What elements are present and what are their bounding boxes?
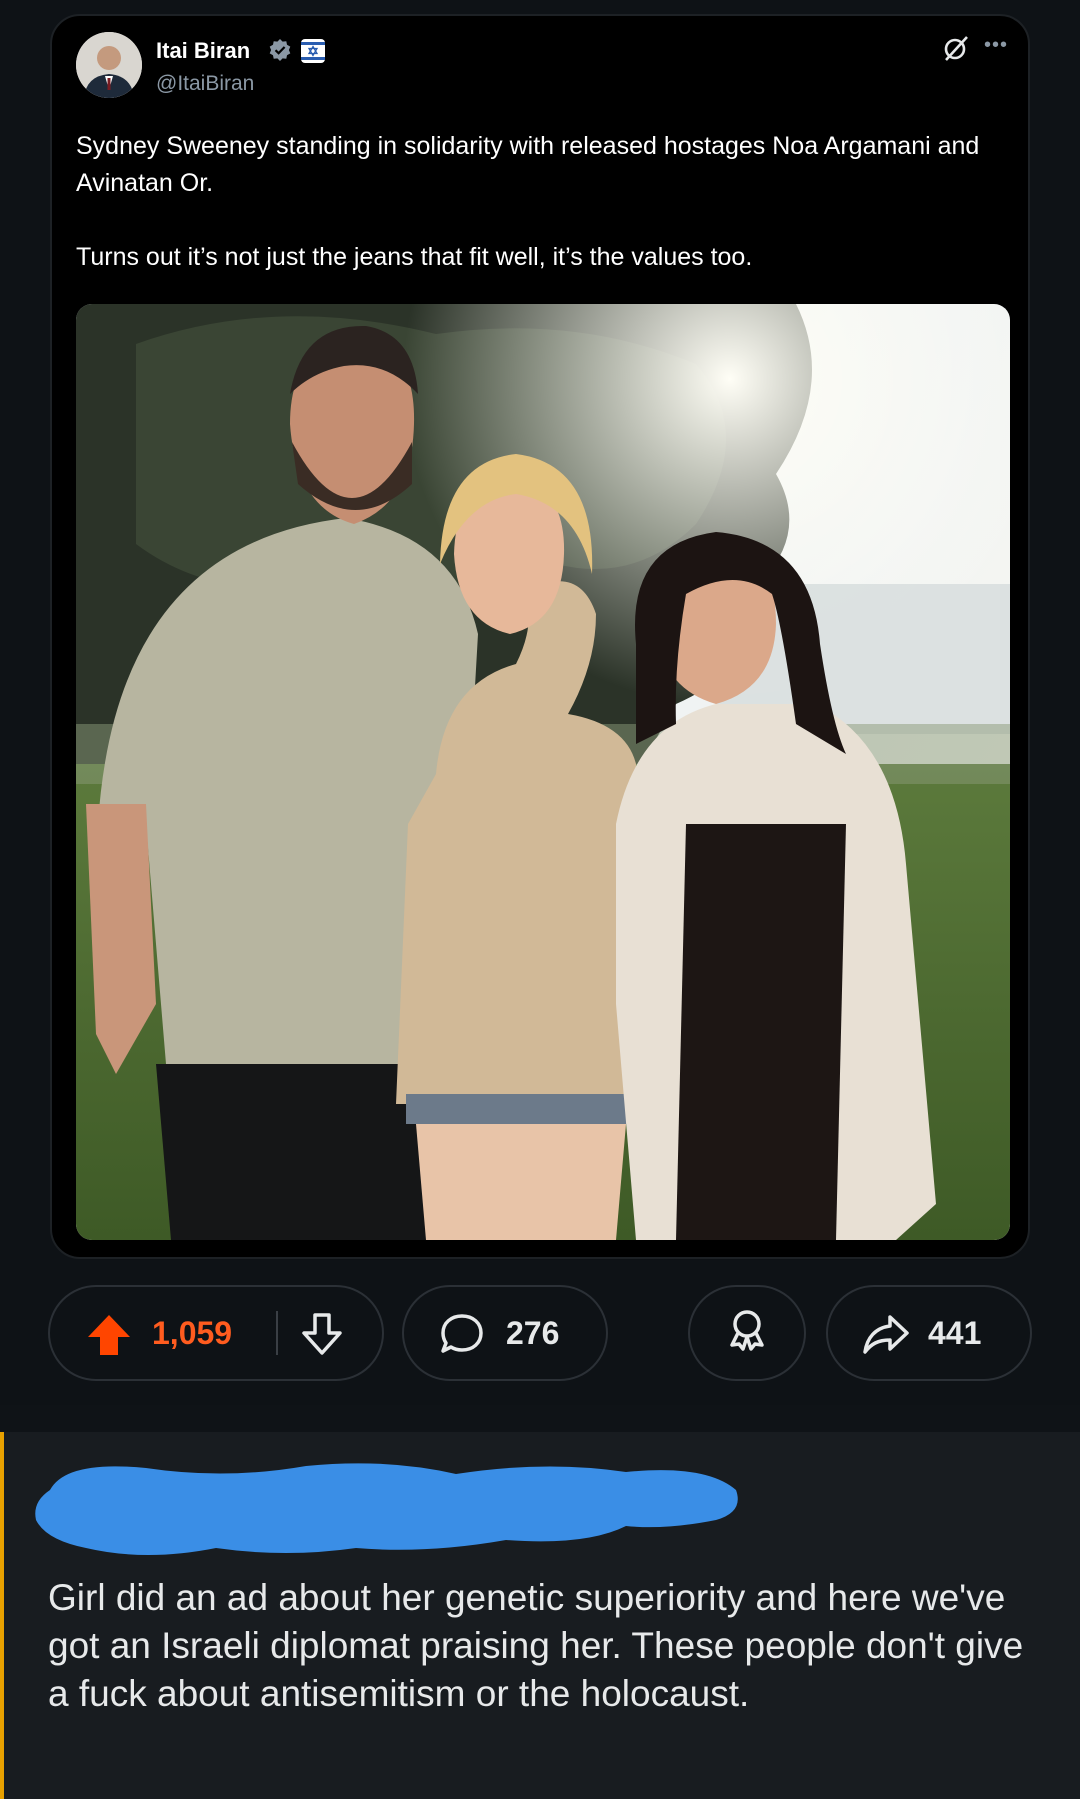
verified-badge-icon xyxy=(268,38,292,62)
comment-bubble-icon xyxy=(440,1313,484,1363)
share-arrow-icon xyxy=(862,1313,910,1363)
share-count: 441 xyxy=(928,1314,982,1351)
upvote-count: 1,059 xyxy=(152,1314,233,1351)
vote-divider xyxy=(276,1311,278,1355)
post-area: Itai Biran @ItaiBiran ••• Sydney Sweeney… xyxy=(0,0,1080,1405)
comments-button[interactable]: 276 xyxy=(402,1285,608,1381)
share-button[interactable]: 441 xyxy=(826,1285,1032,1381)
tweet-photo[interactable] xyxy=(76,304,1010,1240)
more-icon[interactable]: ••• xyxy=(984,34,1008,57)
redaction-scribble xyxy=(35,1463,738,1555)
grok-icon[interactable] xyxy=(942,34,970,62)
tweet-paragraph: Sydney Sweeney standing in solidarity wi… xyxy=(76,132,980,197)
comment-thread-line[interactable] xyxy=(0,1432,4,1799)
tweet-text: Sydney Sweeney standing in solidarity wi… xyxy=(76,128,1006,313)
israel-flag-icon xyxy=(300,38,326,64)
vote-control: 1,059 xyxy=(48,1285,384,1381)
comment-count: 276 xyxy=(506,1314,560,1351)
upvote-arrow-icon[interactable] xyxy=(86,1313,132,1365)
embedded-tweet-card[interactable]: Itai Biran @ItaiBiran ••• Sydney Sweeney… xyxy=(50,14,1030,1259)
comment-section: Girl did an ad about her genetic superio… xyxy=(0,1432,1080,1799)
author-name[interactable]: Itai Biran xyxy=(156,38,250,64)
post-action-bar: 1,059 276 441 xyxy=(0,1285,1080,1385)
downvote-arrow-icon[interactable] xyxy=(300,1311,344,1365)
author-handle[interactable]: @ItaiBiran xyxy=(156,72,254,96)
tweet-paragraph: Turns out it’s not just the jeans that f… xyxy=(76,243,753,271)
award-button[interactable] xyxy=(688,1285,806,1381)
author-avatar[interactable] xyxy=(76,32,142,98)
award-icon xyxy=(725,1307,769,1359)
comment-body: Girl did an ad about her genetic superio… xyxy=(48,1577,1024,1714)
